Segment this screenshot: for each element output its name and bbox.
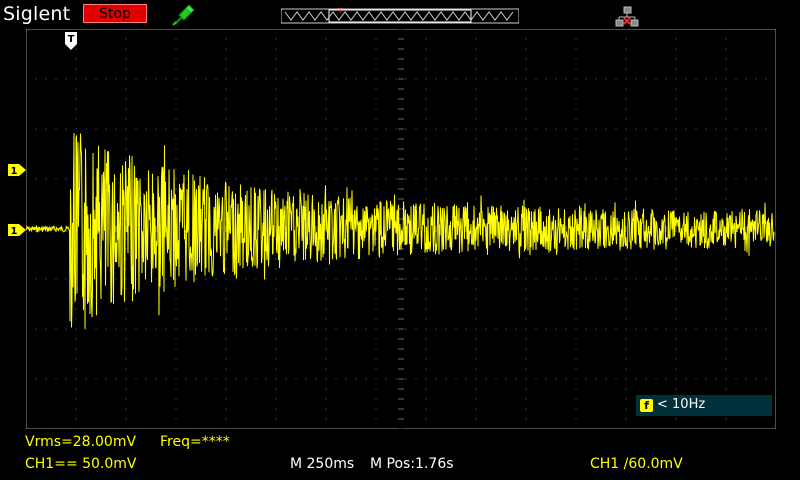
brand-logo: Siglent — [3, 3, 71, 25]
frequency-icon: f — [640, 399, 653, 412]
svg-text:1: 1 — [11, 226, 18, 237]
trigger-level[interactable]: CH1 /60.0mV — [590, 456, 683, 472]
waveform-display[interactable] — [26, 29, 776, 429]
ch1-ground-marker: 1 — [8, 224, 26, 237]
ch1-scale[interactable]: CH1== 50.0mV — [25, 456, 137, 472]
freq-measurement: Freq=**** — [160, 434, 230, 450]
vrms-measurement: Vrms=28.00mV — [25, 434, 137, 450]
svg-text:1: 1 — [11, 166, 18, 177]
horizontal-position[interactable]: M Pos:1.76s — [370, 456, 454, 472]
probe-icon — [172, 4, 195, 26]
frequency-value: < 10Hz — [657, 397, 706, 412]
memory-timeline[interactable]: T — [281, 8, 519, 24]
top-bar: Siglent Stop T — [0, 0, 800, 30]
run-stop-indicator[interactable]: Stop — [83, 4, 147, 23]
frequency-counter: f < 10Hz — [636, 395, 772, 416]
svg-text:T: T — [68, 34, 75, 45]
timebase[interactable]: M 250ms — [290, 456, 354, 472]
network-icon — [615, 6, 639, 27]
trigger-level-marker: 1 — [8, 164, 26, 177]
status-bar: Vrms=28.00mV Freq=**** CH1== 50.0mV M 25… — [0, 430, 800, 480]
svg-text:T: T — [337, 8, 343, 15]
trigger-position-marker: T — [65, 32, 77, 50]
